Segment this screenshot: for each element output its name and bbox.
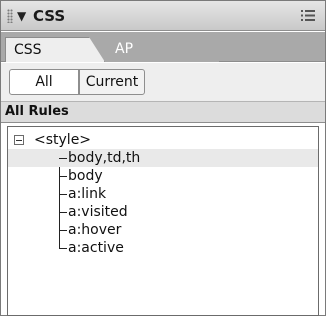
options-menu-icon[interactable]	[301, 9, 315, 22]
rule-item[interactable]: a:active	[8, 239, 318, 257]
rule-label: a:hover	[68, 222, 122, 238]
rule-label: a:link	[68, 186, 107, 202]
rule-item[interactable]: a:link	[8, 185, 318, 203]
panel-titlebar[interactable]: ▼ CSS	[1, 1, 325, 31]
rule-label: a:visited	[68, 204, 128, 220]
rule-label: body,td,th	[68, 150, 141, 166]
all-rules-header: All Rules	[1, 101, 325, 123]
rule-item[interactable]: body	[8, 167, 318, 185]
tree-branch-line	[59, 158, 67, 159]
panel-tab-bar: CSS Styles AP Elements	[1, 32, 325, 82]
css-panel: ▼ CSS CSS Styles AP Elements All Current…	[0, 0, 326, 316]
tab-ap-elements[interactable]: AP Elements	[99, 37, 219, 82]
tree-root-label: <style>	[34, 132, 92, 148]
rule-item[interactable]: a:visited	[8, 203, 318, 221]
tree-branch-line	[59, 176, 67, 177]
tree-branch-line	[59, 248, 67, 249]
current-button[interactable]: Current	[79, 69, 145, 95]
collapse-arrow-icon[interactable]: ▼	[17, 7, 26, 25]
all-button[interactable]: All	[9, 69, 79, 95]
filter-bar: All Current	[1, 63, 325, 101]
tree-branch-line	[59, 230, 67, 231]
panel-title: CSS	[33, 7, 66, 25]
rule-label: a:active	[68, 240, 124, 256]
tree-branch-line	[59, 194, 67, 195]
drag-grip-icon[interactable]	[7, 9, 13, 23]
collapse-toggle-icon[interactable]	[14, 135, 24, 145]
tree-branch-line	[59, 212, 67, 213]
tree-root-style[interactable]: <style>	[12, 131, 312, 149]
tab-css-styles[interactable]: CSS Styles	[5, 37, 105, 62]
rules-tree[interactable]: <style> body,td,th body a:link a:visited…	[7, 126, 319, 316]
rule-item[interactable]: a:hover	[8, 221, 318, 239]
rule-label: body	[68, 168, 103, 184]
rule-item[interactable]: body,td,th	[8, 149, 318, 167]
